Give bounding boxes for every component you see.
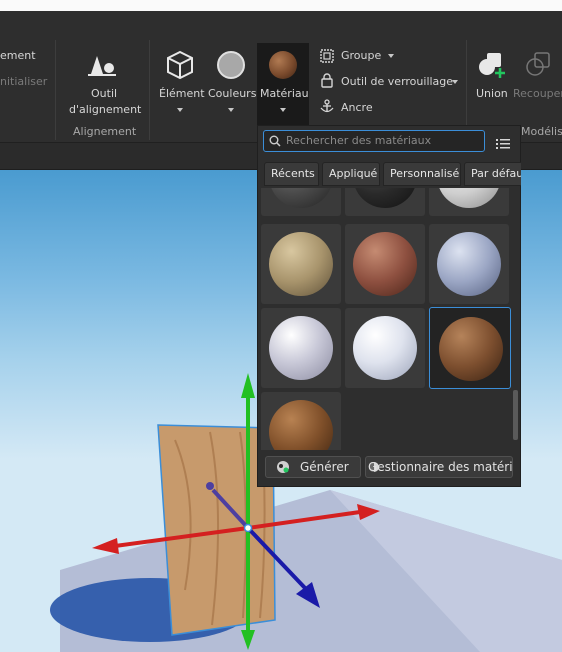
material-manager-label: Gestionnaire des matériaux <box>368 460 513 474</box>
generate-button[interactable]: Générer <box>265 456 361 478</box>
alignment-tool-icon[interactable] <box>87 52 119 78</box>
sandstone-sphere <box>269 232 333 296</box>
material-tile-selected[interactable] <box>429 307 511 389</box>
intersect-icon[interactable] <box>524 51 554 79</box>
chevron-down-icon[interactable] <box>280 108 286 112</box>
partial-reset-label[interactable]: nitialiser <box>0 75 47 88</box>
colors-label[interactable]: Couleurs <box>208 87 256 100</box>
slate-sphere <box>269 188 333 208</box>
chevron-down-icon[interactable] <box>228 108 234 112</box>
chevron-down-icon[interactable] <box>177 108 183 112</box>
grid-scrollbar[interactable] <box>513 390 518 440</box>
chevron-down-icon[interactable] <box>452 80 458 84</box>
material-tile[interactable] <box>261 224 341 304</box>
material-tile[interactable] <box>261 308 341 388</box>
brick-sphere <box>353 232 417 296</box>
material-label[interactable]: Matériau <box>260 87 309 100</box>
basalt-sphere <box>353 188 417 208</box>
snow-sphere <box>353 316 417 380</box>
material-tile[interactable] <box>345 188 425 216</box>
material-tile[interactable] <box>345 224 425 304</box>
smooth-plastic-sphere <box>269 316 333 380</box>
modelisation-group-label: Modélisa <box>521 125 562 138</box>
material-tile[interactable] <box>261 392 341 450</box>
material-manager-button[interactable]: Gestionnaire des matériaux <box>365 456 513 478</box>
tab-recents[interactable]: Récents <box>264 162 319 186</box>
material-search-input[interactable]: Rechercher des matériaux <box>263 130 485 152</box>
wood-sphere <box>269 400 333 450</box>
window-top-strip <box>0 0 562 11</box>
part-cube-icon[interactable] <box>166 50 194 80</box>
glacier-sphere <box>437 232 501 296</box>
chevron-down-icon[interactable] <box>388 54 394 58</box>
anchor-label[interactable]: Ancre <box>341 101 373 114</box>
tab-default[interactable]: Par défaut <box>464 162 521 186</box>
recouper-label[interactable]: Recouper <box>513 87 562 100</box>
list-view-icon[interactable] <box>496 135 510 149</box>
lock-icon[interactable] <box>320 73 334 88</box>
search-icon <box>269 135 281 147</box>
partial-ribbon-label[interactable]: ement <box>0 49 36 62</box>
material-panel-footer: Générer Gestionnaire des matériaux <box>259 452 519 485</box>
generate-label: Générer <box>300 460 349 474</box>
generate-icon <box>277 461 289 473</box>
union-icon[interactable] <box>477 51 507 79</box>
anchor-icon[interactable] <box>320 99 334 114</box>
tab-custom[interactable]: Personnalisé <box>383 162 461 186</box>
union-label[interactable]: Union <box>476 87 508 100</box>
lock-tool-label[interactable]: Outil de verrouillage <box>341 75 453 88</box>
material-wood-icon[interactable] <box>269 51 297 79</box>
wood-planks-sphere <box>439 317 503 381</box>
snow-rough-sphere <box>437 188 501 208</box>
alignment-tool-label-line2[interactable]: d'alignement <box>69 103 141 116</box>
material-tile[interactable] <box>429 188 509 216</box>
search-placeholder: Rechercher des matériaux <box>286 134 432 147</box>
material-tabs: Récents Appliqué Personnalisé Par défaut <box>261 162 521 186</box>
tab-applied[interactable]: Appliqué <box>322 162 380 186</box>
alignment-group-label: Alignement <box>73 125 137 138</box>
group-icon[interactable] <box>320 48 334 63</box>
ribbon-separator <box>55 40 56 140</box>
material-tile[interactable] <box>261 188 341 216</box>
material-grid <box>259 188 511 450</box>
group-label[interactable]: Groupe <box>341 49 381 62</box>
color-swatch-icon[interactable] <box>217 51 245 79</box>
material-tile[interactable] <box>345 308 425 388</box>
ribbon-separator <box>149 40 150 140</box>
material-tile[interactable] <box>429 224 509 304</box>
element-label[interactable]: Élément <box>159 87 205 100</box>
alignment-tool-label-line1[interactable]: Outil <box>91 87 117 100</box>
